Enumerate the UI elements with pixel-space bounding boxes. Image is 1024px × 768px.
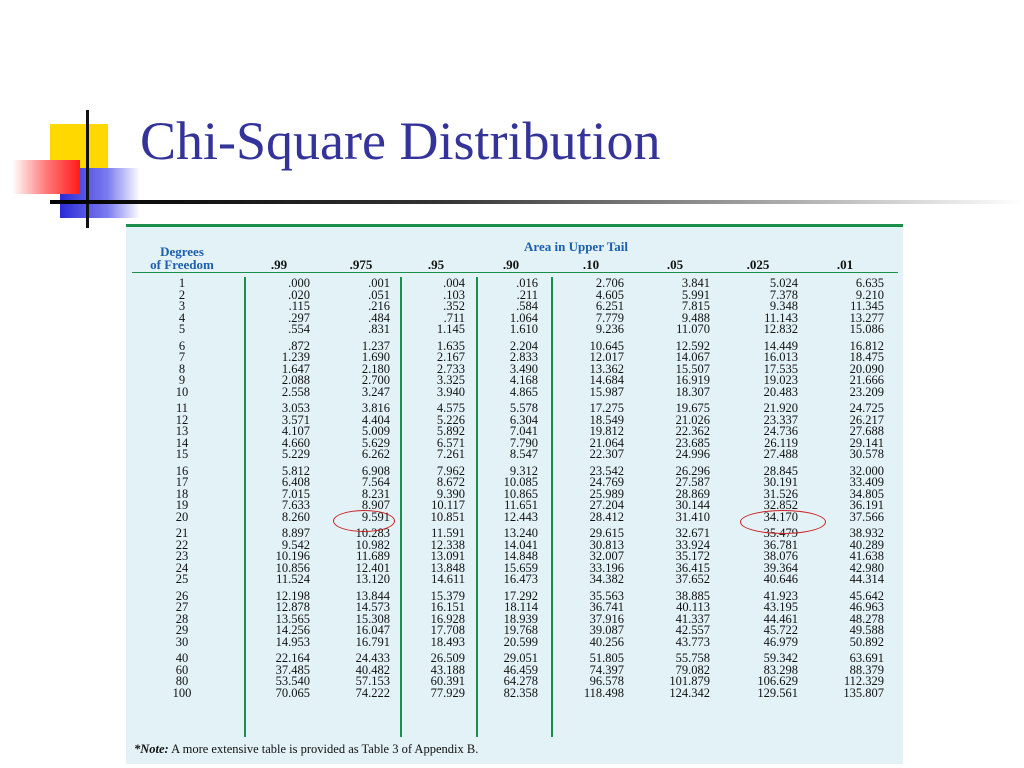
table-cell: 50.892 xyxy=(849,634,884,649)
table-cell: 1.610 xyxy=(509,322,538,336)
column-header: .95 xyxy=(427,257,445,272)
df-cell: 100 xyxy=(172,685,192,700)
df-cell: 25 xyxy=(175,572,189,586)
table-cell: 18.493 xyxy=(430,634,465,649)
table-cell: 23.209 xyxy=(849,384,884,399)
decor-vertical-line xyxy=(86,110,89,228)
table-cell: 28.412 xyxy=(589,509,624,524)
table-cell: 16.791 xyxy=(355,634,390,649)
note-label: *Note: xyxy=(134,742,169,756)
table-cell: 40.256 xyxy=(589,634,624,649)
table-note: *Note: A more extensive table is provide… xyxy=(134,742,478,757)
table-cell: 10.851 xyxy=(430,509,465,524)
table-cell: 3.940 xyxy=(436,384,465,399)
table-cell: 34.382 xyxy=(589,572,624,586)
df-header-line2: of Freedom xyxy=(150,257,214,272)
table-cell: 30.578 xyxy=(849,447,884,461)
table-cell: .831 xyxy=(368,322,390,336)
table-cell: 82.358 xyxy=(503,685,538,700)
table-cell: 1.145 xyxy=(436,322,465,336)
table-cell: 135.807 xyxy=(843,685,884,700)
table-cell: .554 xyxy=(288,322,310,336)
column-header: .05 xyxy=(666,257,684,272)
df-cell: 10 xyxy=(175,384,189,399)
table-cell: 2.558 xyxy=(281,384,310,399)
table-cell: 129.561 xyxy=(757,685,798,700)
table-cell: 74.222 xyxy=(355,685,390,700)
table-cell: 44.314 xyxy=(849,572,884,586)
column-header: .025 xyxy=(746,257,770,272)
highlight-circle-025 xyxy=(740,510,826,534)
column-header: .10 xyxy=(582,257,600,272)
table-cell: 6.262 xyxy=(361,447,390,461)
table-cell: 11.070 xyxy=(676,322,710,336)
table-cell: 46.979 xyxy=(763,634,798,649)
table-cell: 5.229 xyxy=(281,447,310,461)
table-cell: 8.547 xyxy=(509,447,538,461)
table-cell: 22.307 xyxy=(589,447,624,461)
table-cell: 12.443 xyxy=(503,509,538,524)
table-cell: 14.611 xyxy=(431,572,465,586)
table-cell: 124.342 xyxy=(669,685,710,700)
table-cell: 4.865 xyxy=(509,384,538,399)
df-cell: 20 xyxy=(175,509,189,524)
decor-red-square xyxy=(12,160,80,194)
table-cell: 18.307 xyxy=(675,384,710,399)
title-underline xyxy=(50,200,1024,204)
table-cell: 15.086 xyxy=(849,322,884,336)
table-cell: 37.652 xyxy=(675,572,710,586)
table-cell: 43.773 xyxy=(675,634,710,649)
table-cell: 11.524 xyxy=(276,572,310,586)
table-cell: 24.996 xyxy=(675,447,710,461)
df-cell: 15 xyxy=(175,447,189,461)
highlight-circle-975 xyxy=(333,510,395,532)
column-header: .99 xyxy=(270,257,288,272)
table-cell: 13.120 xyxy=(355,572,390,586)
table-cell: 16.473 xyxy=(503,572,538,586)
table-cell: 40.646 xyxy=(763,572,798,586)
column-divider xyxy=(551,277,553,737)
note-text: A more extensive table is provided as Ta… xyxy=(168,742,479,756)
df-cell: 5 xyxy=(178,322,186,336)
table-cell: 118.498 xyxy=(583,685,624,700)
table-cell: 20.599 xyxy=(503,634,538,649)
table-cell: 70.065 xyxy=(275,685,310,700)
table-cell: 77.929 xyxy=(430,685,465,700)
column-header: .90 xyxy=(502,257,520,272)
slide-title: Chi-Square Distribution xyxy=(140,111,661,171)
chi-square-table: Degrees of Freedom Area in Upper Tail .9… xyxy=(126,224,903,764)
table-cell: 27.488 xyxy=(763,447,798,461)
table-cell: 7.261 xyxy=(436,447,465,461)
table-cell: 15.987 xyxy=(589,384,624,399)
table-cell: 20.483 xyxy=(763,384,798,399)
table-cell: 14.953 xyxy=(275,634,310,649)
area-header: Area in Upper Tail xyxy=(524,239,628,254)
table-cell: 31.410 xyxy=(675,509,710,524)
table-cell: 12.832 xyxy=(763,322,798,336)
table-cell: 3.247 xyxy=(361,384,390,399)
df-cell: 30 xyxy=(175,634,189,649)
table-cell: 8.260 xyxy=(281,509,310,524)
column-header: .01 xyxy=(836,257,854,272)
table-cell: 9.236 xyxy=(595,322,624,336)
column-header: .975 xyxy=(349,257,373,272)
